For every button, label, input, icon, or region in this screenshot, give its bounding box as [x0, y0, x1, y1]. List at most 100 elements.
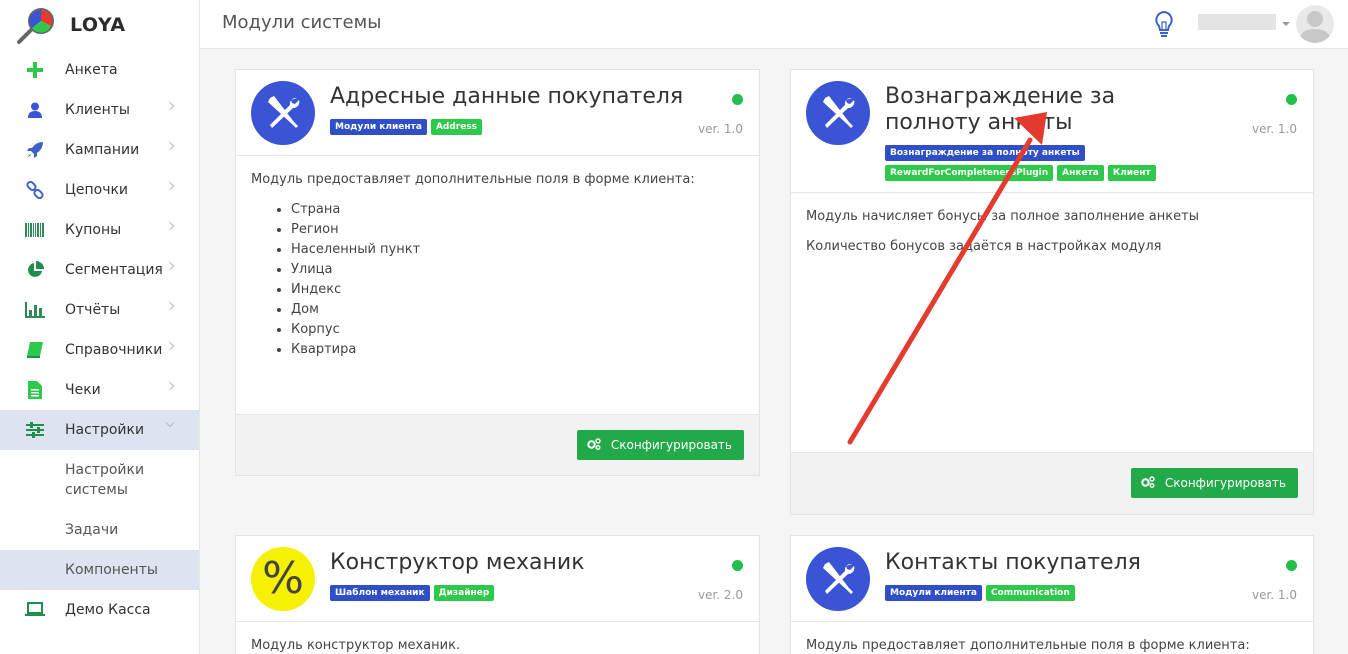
card-title: Вознаграждение за полноту анкеты	[885, 84, 1116, 135]
chevron-right-icon	[165, 101, 175, 111]
version-label: ver. 1.0	[1251, 588, 1297, 602]
chevron-right-icon	[165, 301, 175, 311]
card-header: Адресные данные покупателя Модули клиент…	[236, 70, 759, 156]
tag[interactable]: Дизайнер	[433, 585, 495, 601]
sidebar: LOYA Анкета Клиенты Кампании Цепочки Куп…	[0, 0, 200, 654]
bar-chart-icon	[24, 299, 46, 321]
tag-list: Шаблон механик Дизайнер	[330, 585, 670, 601]
logo-icon	[16, 5, 56, 45]
rocket-icon	[24, 139, 46, 161]
sidebar-item-clients[interactable]: Клиенты	[0, 90, 199, 130]
chevron-down-icon	[165, 418, 175, 428]
gears-icon	[587, 437, 601, 453]
plus-icon	[24, 59, 46, 81]
gears-icon	[1141, 475, 1155, 491]
sidebar-item-label: Демо Касса	[65, 602, 151, 618]
barcode-icon	[24, 219, 46, 241]
sidebar-item-demo-cash[interactable]: Демо Касса	[0, 590, 199, 630]
status-dot	[1286, 560, 1297, 571]
module-card-address: Адресные данные покупателя Модули клиент…	[235, 69, 760, 476]
sidebar-item-reports[interactable]: Отчёты	[0, 290, 199, 330]
user-name-blurred[interactable]	[1198, 14, 1276, 30]
tag-list: Вознаграждение за полноту анкеты RewardF…	[885, 145, 1195, 181]
sidebar-item-chains[interactable]: Цепочки	[0, 170, 199, 210]
configure-button[interactable]: Сконфигурировать	[576, 430, 744, 460]
card-header: Вознаграждение за полноту анкеты Вознагр…	[791, 70, 1313, 193]
tools-icon	[251, 81, 315, 145]
card-title: Конструктор механик	[330, 550, 585, 575]
module-card-reward: Вознаграждение за полноту анкеты Вознагр…	[790, 69, 1314, 515]
sidebar-item-label: Сегментация	[65, 262, 163, 278]
sidebar-item-label: Цепочки	[65, 182, 129, 198]
sidebar-item-anketa[interactable]: Анкета	[0, 50, 199, 90]
card-header: Контакты покупателя Модули клиента Commu…	[791, 536, 1313, 622]
card-description: Количество бонусов задаётся в настройках…	[806, 239, 1162, 254]
tag[interactable]: Модули клиента	[330, 119, 427, 135]
tag[interactable]: Модули клиента	[885, 585, 982, 601]
book-icon	[24, 339, 46, 361]
sidebar-item-directories[interactable]: Справочники	[0, 330, 199, 370]
page-title: Модули системы	[222, 12, 382, 33]
chevron-right-icon	[165, 221, 175, 231]
card-body: Модуль предоставляет дополнительные поля…	[236, 156, 759, 374]
configure-button-label: Сконфигурировать	[610, 438, 732, 452]
module-card-mechanics: % Конструктор механик Шаблон механик Диз…	[235, 535, 760, 654]
tag[interactable]: Вознаграждение за полноту анкеты	[885, 145, 1085, 161]
chevron-right-icon	[165, 261, 175, 271]
sidebar-item-label: Чеки	[65, 382, 101, 398]
tag[interactable]: Communication	[985, 585, 1075, 601]
avatar[interactable]	[1296, 5, 1334, 43]
top-header: Модули системы	[200, 0, 1348, 49]
sidebar-subitem-tasks[interactable]: Задачи	[0, 510, 199, 550]
sidebar-item-label: Отчёты	[65, 302, 121, 318]
card-body: Модуль предоставляет дополнительные поля…	[791, 622, 1313, 654]
file-icon	[24, 379, 46, 401]
card-description: Модуль конструктор механик.	[251, 638, 461, 653]
card-body: Модуль начисляет бонусы за полное заполн…	[791, 193, 1313, 281]
tag[interactable]: Address	[430, 119, 483, 135]
sidebar-item-coupons[interactable]: Купоны	[0, 210, 199, 250]
sidebar-subitem-system-settings[interactable]: Настройки системы	[0, 450, 199, 510]
card-body: Модуль конструктор механик.	[236, 622, 759, 654]
card-footer: Сконфигурировать	[236, 414, 759, 475]
sidebar-item-campaigns[interactable]: Кампании	[0, 130, 199, 170]
list-item: Корпус	[291, 320, 744, 340]
card-description: Модуль предоставляет дополнительные поля…	[806, 638, 1250, 653]
app-name: LOYA	[70, 14, 126, 36]
field-list: Страна Регион Населенный пункт Улица Инд…	[251, 200, 744, 360]
sidebar-item-settings[interactable]: Настройки	[0, 410, 199, 450]
tools-icon	[806, 81, 870, 145]
tag-list: Модули клиента Address	[330, 119, 670, 135]
caret-down-icon[interactable]	[1282, 22, 1290, 26]
tag[interactable]: Анкета	[1057, 165, 1104, 181]
chevron-right-icon	[165, 181, 175, 191]
user-icon	[24, 99, 46, 121]
sidebar-subitem-label: Задачи	[65, 522, 119, 538]
tag[interactable]: Клиент	[1107, 165, 1156, 181]
sidebar-item-segmentation[interactable]: Сегментация	[0, 250, 199, 290]
tag-list: Модули клиента Communication	[885, 585, 1225, 601]
configure-button[interactable]: Сконфигурировать	[1130, 468, 1298, 498]
module-card-contacts: Контакты покупателя Модули клиента Commu…	[790, 535, 1314, 654]
sidebar-subitem-components[interactable]: Компоненты	[0, 550, 199, 590]
card-footer: Сконфигурировать	[791, 452, 1313, 514]
logo[interactable]: LOYA	[0, 0, 199, 50]
chevron-right-icon	[165, 341, 175, 351]
sidebar-item-label: Клиенты	[65, 102, 130, 118]
version-label: ver. 2.0	[697, 588, 743, 602]
card-header: % Конструктор механик Шаблон механик Диз…	[236, 536, 759, 622]
sidebar-item-label: Справочники	[65, 342, 163, 358]
tools-icon	[806, 547, 870, 611]
card-description: Модуль начисляет бонусы за полное заполн…	[806, 209, 1199, 224]
tag[interactable]: Шаблон механик	[330, 585, 430, 601]
list-item: Страна	[291, 200, 744, 220]
version-label: ver. 1.0	[1251, 122, 1297, 136]
lightbulb-icon[interactable]	[1153, 10, 1175, 42]
list-item: Населенный пункт	[291, 240, 744, 260]
sidebar-item-receipts[interactable]: Чеки	[0, 370, 199, 410]
chevron-right-icon	[165, 381, 175, 391]
list-item: Индекс	[291, 280, 744, 300]
tag[interactable]: RewardForCompletenessPlugin	[885, 165, 1054, 181]
sidebar-nav: Анкета Клиенты Кампании Цепочки Купоны С…	[0, 50, 199, 630]
version-label: ver. 1.0	[697, 122, 743, 136]
